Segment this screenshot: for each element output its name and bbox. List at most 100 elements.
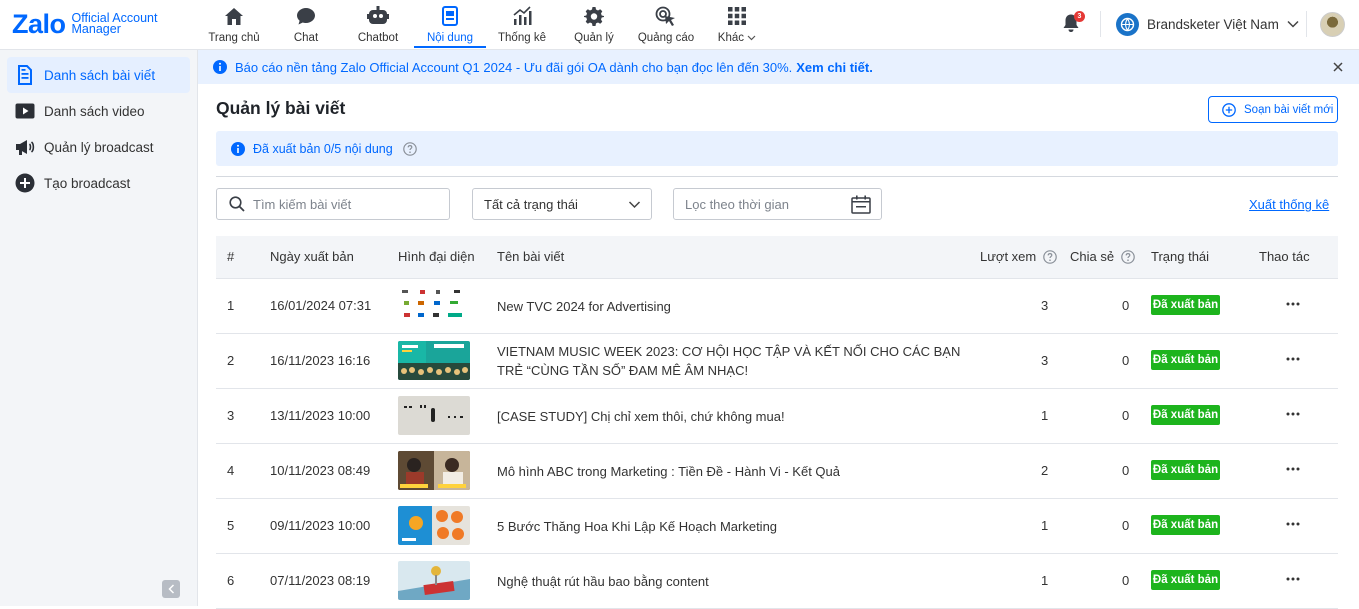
top-bar: Zalo Official Account Manager Trang chủ … [0, 0, 1359, 50]
table-row[interactable]: 3 13/11/2023 10:00 [CASE STUDY] Chị chỉ … [216, 389, 1338, 444]
row-views: 2 [1041, 463, 1049, 478]
info-icon [213, 60, 227, 74]
nav-content[interactable]: Nội dung [414, 0, 486, 48]
zalo-oa-logo[interactable]: Zalo Official Account Manager [12, 9, 157, 39]
new-article-button[interactable]: Soạn bài viết mới [1208, 96, 1338, 123]
row-shares: 0 [1122, 518, 1130, 533]
home-icon [223, 5, 245, 27]
notification-badge: 3 [1074, 11, 1085, 22]
table-row[interactable]: 6 07/11/2023 08:19 Nghệ thuật rút hầu ba… [216, 554, 1338, 609]
page-title: Quản lý bài viết [216, 98, 346, 118]
account-switcher[interactable]: Brandsketer Việt Nam [1116, 12, 1299, 36]
article-list-icon [15, 65, 35, 85]
nav-stats[interactable]: Thống kê [486, 0, 558, 48]
sidebar-item-label: Quản lý broadcast [44, 139, 154, 155]
search-input[interactable]: Tìm kiếm bài viết [216, 188, 450, 220]
row-index: 6 [227, 573, 235, 588]
plus-circle-icon [1222, 102, 1236, 117]
sidebar-item-article-list[interactable]: Danh sách bài viết [7, 57, 190, 93]
avatar[interactable] [1320, 12, 1345, 37]
table-row[interactable]: 5 09/11/2023 10:00 5 Bước Thăng Hoa Khi … [216, 499, 1338, 554]
col-thumb: Hình đại diện [398, 249, 475, 264]
nav-manage[interactable]: Quản lý [558, 0, 630, 48]
banner-text: Báo cáo nền tảng Zalo Official Account Q… [235, 59, 793, 75]
plus-circle-icon [15, 173, 35, 193]
table-row[interactable]: 2 16/11/2023 16:16 VIETNAM MUSIC WEEK 20… [216, 334, 1338, 389]
nav-chatbot[interactable]: Chatbot [342, 0, 414, 48]
banner-link[interactable]: Xem chi tiết. [796, 60, 873, 75]
row-title[interactable]: 5 Bước Thăng Hoa Khi Lập Kế Hoạch Market… [497, 517, 967, 536]
row-actions-button[interactable] [1285, 516, 1301, 532]
search-icon [229, 196, 245, 212]
question-icon[interactable] [1121, 249, 1135, 264]
sidebar-item-video-list[interactable]: Danh sách video [7, 93, 190, 129]
status-filter-select[interactable]: Tất cả trạng thái [472, 188, 652, 220]
row-date: 10/11/2023 08:49 [270, 463, 371, 478]
sidebar-collapse-button[interactable] [162, 580, 180, 598]
sidebar: Danh sách bài viết Danh sách video Quản … [0, 50, 198, 606]
nav-home[interactable]: Trang chủ [198, 0, 270, 48]
status-badge: Đã xuất bản [1151, 570, 1220, 590]
sidebar-item-label: Tạo broadcast [44, 175, 131, 191]
row-date: 09/11/2023 10:00 [270, 518, 371, 533]
row-actions-button[interactable] [1285, 406, 1301, 422]
megaphone-icon [15, 137, 35, 157]
topbar-divider [1100, 11, 1101, 37]
row-actions-button[interactable] [1285, 296, 1301, 312]
status-badge: Đã xuất bản [1151, 460, 1220, 480]
col-title: Tên bài viết [497, 249, 565, 264]
nav-stats-label: Thống kê [498, 32, 546, 44]
question-icon[interactable] [402, 141, 417, 156]
nav-home-label: Trang chủ [208, 32, 260, 44]
article-thumbnail[interactable] [398, 396, 470, 435]
video-icon [15, 101, 35, 121]
row-index: 2 [227, 353, 235, 368]
gear-icon [583, 5, 605, 27]
row-actions-button[interactable] [1285, 351, 1301, 367]
col-views-label: Lượt xem [980, 249, 1037, 264]
logo-line-2: Manager [71, 22, 121, 36]
row-date: 13/11/2023 10:00 [270, 408, 371, 423]
row-title[interactable]: [CASE STUDY] Chị chỉ xem thôi, chứ không… [497, 407, 967, 426]
sidebar-item-create-broadcast[interactable]: Tạo broadcast [7, 165, 190, 201]
nav-ads[interactable]: Quảng cáo [630, 0, 702, 48]
section-divider [216, 176, 1338, 177]
nav-chat[interactable]: Chat [270, 0, 342, 48]
nav-more-text: Khác [717, 32, 744, 44]
info-icon [231, 141, 245, 156]
stats-icon [511, 5, 533, 27]
close-icon[interactable] [1331, 60, 1345, 74]
status-filter-value: Tất cả trạng thái [484, 196, 578, 212]
table-row[interactable]: 4 10/11/2023 08:49 Mô hình ABC trong Mar… [216, 444, 1338, 499]
sidebar-item-label: Danh sách bài viết [44, 67, 156, 83]
more-icon [1286, 412, 1300, 416]
row-title[interactable]: VIETNAM MUSIC WEEK 2023: CƠ HỘI HỌC TẬP … [497, 342, 967, 380]
topbar-divider [1306, 11, 1307, 37]
row-title[interactable]: New TVC 2024 for Advertising [497, 297, 967, 316]
row-title[interactable]: Mô hình ABC trong Marketing : Tiền Đề - … [497, 462, 967, 481]
notification-button[interactable]: 3 [1062, 11, 1085, 35]
calendar-icon [851, 195, 871, 214]
row-views: 1 [1041, 573, 1049, 588]
export-stats-link[interactable]: Xuất thống kê [1249, 197, 1329, 212]
row-actions-button[interactable] [1285, 461, 1301, 477]
article-thumbnail[interactable] [398, 561, 470, 600]
col-shares: Chia sẻ [1070, 249, 1135, 264]
sidebar-item-label: Danh sách video [44, 103, 145, 119]
nav-content-label: Nội dung [426, 32, 474, 44]
row-actions-button[interactable] [1285, 571, 1301, 587]
sidebar-item-broadcast-manage[interactable]: Quản lý broadcast [7, 129, 190, 165]
article-thumbnail[interactable] [398, 451, 470, 490]
question-icon[interactable] [1043, 249, 1058, 264]
row-index: 5 [227, 518, 235, 533]
status-badge: Đã xuất bản [1151, 350, 1220, 370]
table-row[interactable]: 1 16/01/2024 07:31 New TVC 2024 for Adve… [216, 279, 1338, 334]
article-thumbnail[interactable] [398, 506, 470, 545]
row-date: 16/11/2023 16:16 [270, 353, 371, 368]
article-thumbnail[interactable] [398, 286, 470, 325]
row-index: 1 [227, 298, 235, 313]
article-thumbnail[interactable] [398, 341, 470, 380]
date-filter-input[interactable]: Lọc theo thời gian [673, 188, 882, 220]
row-title[interactable]: Nghệ thuật rút hầu bao bằng content [497, 572, 967, 591]
nav-more[interactable]: Khác [702, 0, 772, 48]
